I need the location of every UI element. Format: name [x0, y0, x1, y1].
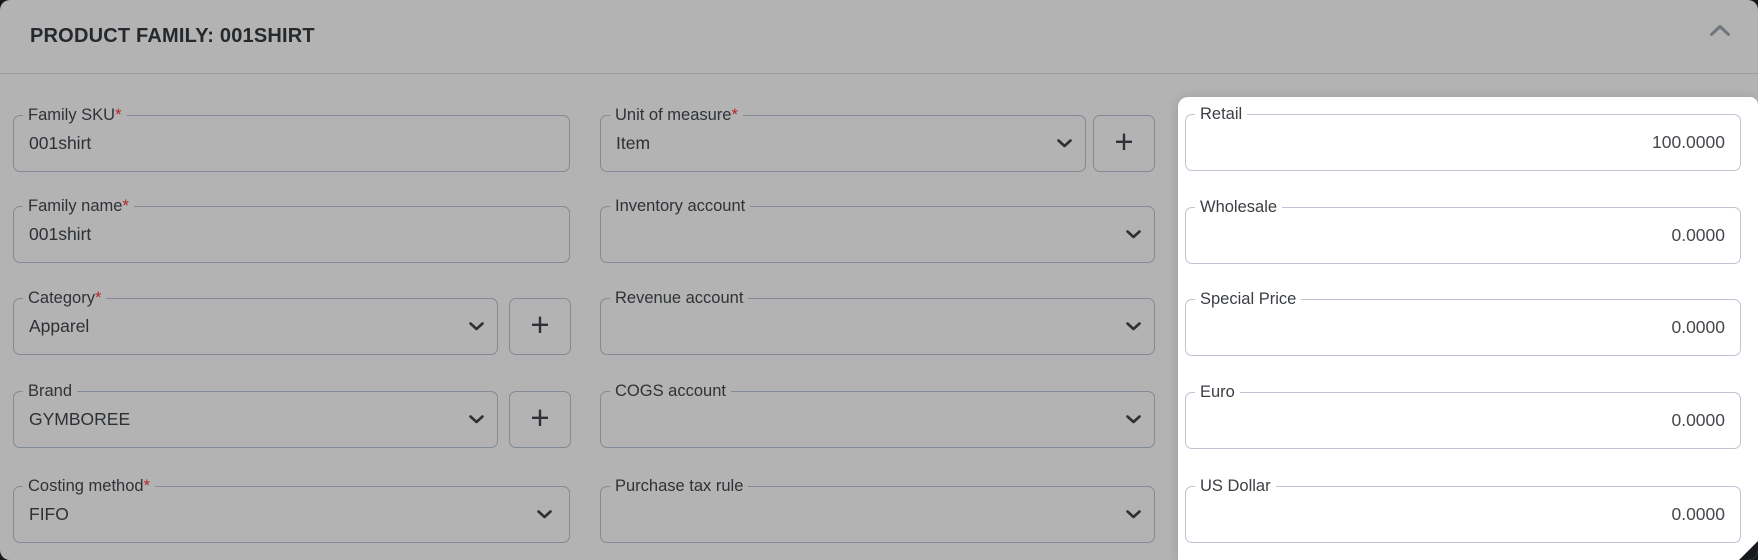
chevron-down-icon: [469, 318, 484, 336]
retail-value: 100.0000: [1652, 132, 1725, 152]
product-family-screen: PRODUCT FAMILY: 001SHIRT Family SKU* 001…: [0, 0, 1758, 560]
inventory-account-select[interactable]: Inventory account: [600, 196, 1155, 263]
euro-price-field[interactable]: Euro 0.0000: [1185, 382, 1741, 449]
category-value: Apparel: [29, 316, 90, 336]
euro-value: 0.0000: [1671, 410, 1725, 430]
add-brand-button[interactable]: +: [509, 391, 571, 448]
chevron-down-icon: [1126, 318, 1141, 336]
wholesale-price-field[interactable]: Wholesale 0.0000: [1185, 197, 1741, 264]
chevron-down-icon: [469, 411, 484, 429]
chevron-down-icon: [1126, 506, 1141, 524]
brand-select[interactable]: Brand GYMBOREE: [13, 381, 498, 448]
revenue-account-value: [601, 299, 1154, 354]
brand-value: GYMBOREE: [29, 409, 131, 429]
costing-method-value: FIFO: [29, 504, 69, 524]
collapse-section-button[interactable]: [1706, 20, 1734, 44]
chevron-down-icon: [1126, 226, 1141, 244]
page-title: PRODUCT FAMILY: 001SHIRT: [30, 25, 315, 47]
add-unit-of-measure-button[interactable]: +: [1093, 115, 1155, 172]
us-dollar-value: 0.0000: [1671, 504, 1725, 524]
section-header: PRODUCT FAMILY: 001SHIRT: [0, 0, 1758, 74]
wholesale-value: 0.0000: [1671, 225, 1725, 245]
purchase-tax-rule-select[interactable]: Purchase tax rule: [600, 476, 1155, 543]
costing-method-select[interactable]: Costing method* FIFO: [13, 476, 570, 543]
unit-of-measure-value: Item: [616, 133, 651, 153]
price-list-panel: Retail 100.0000 Wholesale 0.0000 Special…: [1178, 97, 1758, 560]
chevron-down-icon: [1057, 135, 1072, 153]
family-sku-field[interactable]: Family SKU* 001shirt: [13, 105, 570, 172]
add-category-button[interactable]: +: [509, 298, 571, 355]
cogs-account-select[interactable]: COGS account: [600, 381, 1155, 448]
special-price-value: 0.0000: [1671, 317, 1725, 337]
revenue-account-select[interactable]: Revenue account: [600, 288, 1155, 355]
purchase-tax-rule-value: [601, 487, 1154, 542]
plus-icon: +: [1114, 122, 1134, 160]
resize-handle[interactable]: [1739, 541, 1758, 560]
inventory-account-value: [601, 207, 1154, 262]
family-name-value: 001shirt: [29, 224, 92, 244]
cogs-account-value: [601, 392, 1154, 447]
family-name-field[interactable]: Family name* 001shirt: [13, 196, 570, 263]
retail-price-field[interactable]: Retail 100.0000: [1185, 104, 1741, 171]
special-price-field[interactable]: Special Price 0.0000: [1185, 289, 1741, 356]
chevron-down-icon: [537, 506, 552, 524]
plus-icon: +: [530, 305, 550, 343]
category-select[interactable]: Category* Apparel: [13, 288, 498, 355]
us-dollar-price-field[interactable]: US Dollar 0.0000: [1185, 476, 1741, 543]
chevron-up-icon: [1709, 24, 1731, 40]
plus-icon: +: [530, 398, 550, 436]
unit-of-measure-select[interactable]: Unit of measure* Item: [600, 105, 1086, 172]
product-family-card: PRODUCT FAMILY: 001SHIRT Family SKU* 001…: [0, 0, 1758, 560]
family-sku-value: 001shirt: [29, 133, 92, 153]
chevron-down-icon: [1126, 411, 1141, 429]
